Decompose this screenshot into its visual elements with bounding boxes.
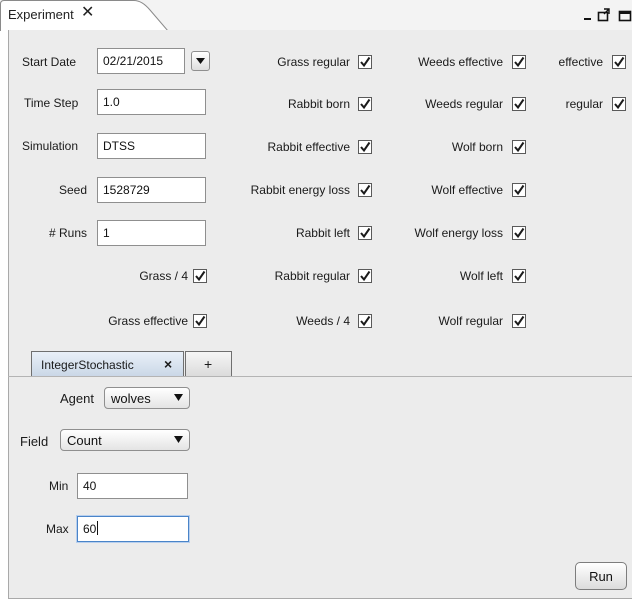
rabbit-left-checkbox[interactable] — [358, 226, 372, 240]
close-tab-icon[interactable]: ✕ — [81, 5, 94, 21]
start-date-label: Start Date — [22, 55, 77, 69]
effective-label: effective — [558, 55, 603, 69]
chevron-down-icon — [196, 58, 205, 64]
rabbit-regular-checkbox[interactable] — [358, 269, 372, 283]
min-label: Min — [49, 479, 69, 493]
field-label: Field — [20, 434, 49, 449]
field-value: Count — [67, 433, 102, 448]
seed-label: Seed — [58, 183, 87, 197]
check-icon — [360, 227, 371, 239]
regular-checkbox[interactable] — [612, 97, 626, 111]
runs-label: # Runs — [48, 226, 87, 240]
simulation-label: Simulation — [22, 139, 79, 153]
subtab-divider — [8, 376, 632, 377]
check-icon — [514, 270, 525, 282]
agent-value: wolves — [111, 391, 151, 406]
min-input[interactable]: 40 — [77, 473, 188, 499]
check-icon — [360, 141, 371, 153]
chevron-down-icon — [174, 394, 183, 401]
check-icon — [195, 315, 206, 327]
window-controls — [584, 6, 632, 24]
wolf-energy-loss-checkbox[interactable] — [512, 226, 526, 240]
check-icon — [195, 270, 206, 282]
subtab-integer-stochastic[interactable]: IntegerStochastic × — [31, 351, 184, 377]
check-icon — [360, 270, 371, 282]
time-step-label: Time Step — [24, 96, 79, 110]
minimize-icon[interactable] — [584, 18, 591, 20]
weeds-regular-checkbox[interactable] — [512, 97, 526, 111]
subtab-label: IntegerStochastic — [41, 358, 134, 372]
max-value: 60 — [83, 522, 97, 536]
start-date-input[interactable]: 02/21/2015 — [97, 48, 185, 74]
rabbit-effective-checkbox[interactable] — [358, 140, 372, 154]
check-icon — [614, 56, 625, 68]
weeds-4-checkbox[interactable] — [358, 314, 372, 328]
rabbit-effective-label: Rabbit effective — [267, 140, 351, 154]
time-step-input[interactable]: 1.0 — [97, 89, 206, 115]
check-icon — [360, 184, 371, 196]
wolf-left-checkbox[interactable] — [512, 269, 526, 283]
run-button[interactable]: Run — [575, 562, 627, 590]
check-icon — [514, 184, 525, 196]
grass-effective-checkbox[interactable] — [193, 314, 207, 328]
check-icon — [514, 227, 525, 239]
check-icon — [514, 98, 525, 110]
agent-select[interactable]: wolves — [104, 387, 190, 409]
grass-effective-label: Grass effective — [108, 314, 188, 328]
agent-label: Agent — [60, 391, 94, 406]
undock-icon[interactable] — [597, 8, 610, 22]
rabbit-born-checkbox[interactable] — [358, 97, 372, 111]
check-icon — [360, 56, 371, 68]
wolf-regular-checkbox[interactable] — [512, 314, 526, 328]
text-caret — [97, 521, 99, 535]
wolf-regular-label: Wolf regular — [438, 314, 503, 328]
weeds-effective-checkbox[interactable] — [512, 55, 526, 69]
runs-input[interactable]: 1 — [97, 220, 206, 246]
wolf-born-checkbox[interactable] — [512, 140, 526, 154]
effective-checkbox[interactable] — [612, 55, 626, 69]
rabbit-born-label: Rabbit born — [287, 97, 350, 111]
grass-regular-label: Grass regular — [277, 55, 350, 69]
check-icon — [360, 315, 371, 327]
check-icon — [514, 56, 525, 68]
check-icon — [514, 141, 525, 153]
grass-4-checkbox[interactable] — [193, 269, 207, 283]
simulation-input[interactable]: DTSS — [97, 133, 206, 159]
check-icon — [614, 98, 625, 110]
wolf-left-label: Wolf left — [459, 269, 503, 283]
date-picker-button[interactable] — [191, 51, 210, 71]
wolf-energy-loss-label: Wolf energy loss — [414, 226, 503, 240]
window-controls-icons — [584, 8, 632, 22]
close-subtab-icon[interactable]: × — [164, 356, 172, 372]
regular-label: regular — [565, 97, 603, 111]
seed-input[interactable]: 1528729 — [97, 177, 206, 203]
wolf-born-label: Wolf born — [451, 140, 503, 154]
grass-regular-checkbox[interactable] — [358, 55, 372, 69]
check-icon — [360, 98, 371, 110]
field-select[interactable]: Count — [60, 429, 190, 451]
rabbit-regular-label: Rabbit regular — [274, 269, 350, 283]
wolf-effective-label: Wolf effective — [431, 183, 503, 197]
rabbit-energy-loss-checkbox[interactable] — [358, 183, 372, 197]
rabbit-left-label: Rabbit left — [295, 226, 350, 240]
add-subtab-button[interactable]: + — [185, 351, 232, 377]
maximize-icon[interactable] — [618, 10, 632, 22]
rabbit-energy-loss-label: Rabbit energy loss — [250, 183, 350, 197]
weeds-regular-label: Weeds regular — [425, 97, 503, 111]
tab-title: Experiment — [8, 7, 74, 22]
max-input[interactable]: 60 — [77, 516, 189, 542]
wolf-effective-checkbox[interactable] — [512, 183, 526, 197]
tab-strip: Experiment ✕ — [0, 0, 632, 31]
weeds-effective-label: Weeds effective — [418, 55, 503, 69]
grass-4-label: Grass / 4 — [139, 269, 188, 283]
check-icon — [514, 315, 525, 327]
max-label: Max — [46, 522, 69, 536]
weeds-4-label: Weeds / 4 — [296, 314, 350, 328]
chevron-down-icon — [174, 436, 183, 443]
plus-icon: + — [204, 356, 213, 372]
